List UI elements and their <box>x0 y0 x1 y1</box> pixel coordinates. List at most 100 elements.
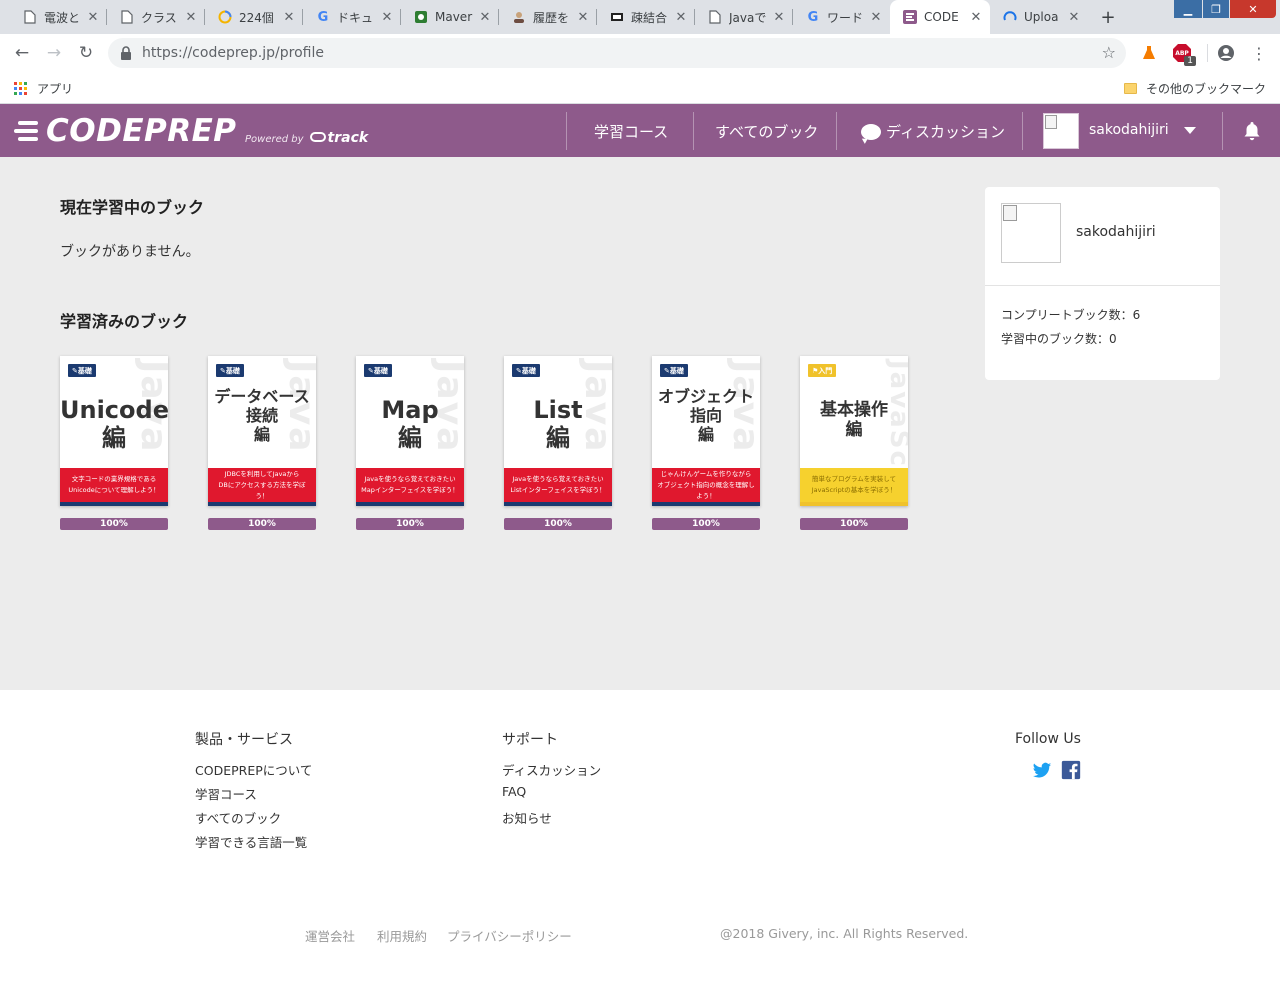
tab-close-icon[interactable]: ✕ <box>575 10 591 25</box>
bookmark-other-folder[interactable]: その他のブックマーク <box>1124 80 1266 97</box>
nav-discussion[interactable]: ディスカッション <box>861 121 1005 142</box>
minimize-icon: ▁ <box>1183 2 1193 16</box>
book-description: じゃんけんゲームを作りながら オブジェクト指向の概念を理解しよう！ <box>652 468 760 502</box>
url-text: https://codeprep.jp/profile <box>142 45 324 61</box>
maximize-icon: ❐ <box>1211 2 1221 16</box>
window-maximize-button[interactable]: ❐ <box>1203 0 1229 18</box>
no-books-message: ブックがありません。 <box>60 244 200 260</box>
book-title: 基本操作 編 <box>820 400 888 441</box>
book-card[interactable]: Java ✎ 基礎 データベース 接続 編 JDBCを利用してJavaから DB… <box>208 356 316 530</box>
facebook-icon[interactable] <box>1061 760 1081 780</box>
book-level-badge: ✎ 基礎 <box>68 364 96 377</box>
tab-close-icon[interactable]: ✕ <box>968 10 984 25</box>
browser-tab[interactable]: G ドキュ ✕ <box>303 0 401 34</box>
tab-close-icon[interactable]: ✕ <box>379 10 395 25</box>
address-bar[interactable]: https://codeprep.jp/profile ☆ <box>108 38 1126 68</box>
browser-tab-active[interactable]: CODE ✕ <box>890 0 990 34</box>
footer-link-terms[interactable]: 利用規約 <box>377 926 427 945</box>
footer-copyright: @2018 Givery, inc. All Rights Reserved. <box>720 926 969 941</box>
book-progress: 100% <box>60 518 168 530</box>
browser-tab-strip: 電波と ✕ クラス ✕ 224個 ✕ G ドキュ ✕ Maver ✕ 履歴を ✕… <box>0 0 1280 34</box>
footer-link-courses[interactable]: 学習コース <box>195 784 257 803</box>
profile-account-icon[interactable] <box>1216 43 1236 63</box>
reload-button[interactable]: ↻ <box>73 40 99 66</box>
footer-link-news[interactable]: お知らせ <box>502 808 552 827</box>
browser-tab[interactable]: Maver ✕ <box>401 0 499 34</box>
tab-close-icon[interactable]: ✕ <box>673 10 689 25</box>
book-card[interactable]: Java ✎ 基礎 List 編 Javaを使うなら覚えておきたい Listイン… <box>504 356 612 530</box>
tab-close-icon[interactable]: ✕ <box>868 10 884 25</box>
book-level-label: 基礎 <box>521 366 536 375</box>
browser-tab[interactable]: Uploa ✕ <box>990 0 1088 34</box>
abp-extension-icon[interactable]: ABP 1 <box>1172 43 1196 66</box>
bookmarks-bar: アプリ その他のブックマーク <box>0 72 1280 104</box>
flask-extension-icon[interactable] <box>1139 43 1159 63</box>
browser-tab[interactable]: 履歴を ✕ <box>499 0 597 34</box>
book-description: JDBCを利用してJavaから DBにアクセスする方法を学ぼう！ <box>208 468 316 502</box>
footer-link-languages[interactable]: 学習できる言語一覧 <box>195 832 307 851</box>
book-cover: JavaScript ⚑ 入門 基本操作 編 簡単なプログラムを実装して Jav… <box>800 356 908 506</box>
book-description: 簡単なプログラムを実装して JavaScriptの基本を学ぼう！ <box>800 468 908 502</box>
tab-close-icon[interactable]: ✕ <box>281 10 297 25</box>
footer-link-all-books[interactable]: すべてのブック <box>195 808 281 827</box>
toolbar-divider <box>1207 44 1208 62</box>
person-icon <box>511 9 527 25</box>
tab-close-icon[interactable]: ✕ <box>183 10 199 25</box>
arrow-right-icon: → <box>46 43 62 63</box>
apps-grid-icon <box>14 82 27 95</box>
twitter-icon[interactable] <box>1032 760 1052 780</box>
book-card[interactable]: Java ✎ 基礎 Unicode 編 文字コードの業界規格である Unicod… <box>60 356 168 530</box>
header-username[interactable]: sakodahijiri <box>1089 122 1169 138</box>
book-card[interactable]: JavaScript ⚑ 入門 基本操作 編 簡単なプログラムを実装して Jav… <box>800 356 908 530</box>
footer-support-title: サポート <box>502 732 558 748</box>
footer-link-faq[interactable]: FAQ <box>502 784 526 799</box>
book-cover: Java ✎ 基礎 List 編 Javaを使うなら覚えておきたい Listイン… <box>504 356 612 506</box>
book-card[interactable]: Java ✎ 基礎 オブジェクト 指向 編 じゃんけんゲームを作りながら オブジ… <box>652 356 760 530</box>
codeprep-logo[interactable]: CODEPREP <box>14 113 237 149</box>
tab-title: ドキュ <box>337 10 374 25</box>
window-minimize-button[interactable]: ▁ <box>1174 0 1202 18</box>
book-card[interactable]: Java ✎ 基礎 Map 編 Javaを使うなら覚えておきたい Mapインター… <box>356 356 464 530</box>
caret-down-icon[interactable] <box>1184 127 1196 134</box>
header-avatar[interactable] <box>1043 113 1079 149</box>
nav-courses[interactable]: 学習コース <box>594 121 668 142</box>
browser-tab[interactable]: Javaで ✕ <box>695 0 793 34</box>
book-description: Javaを使うなら覚えておきたい Listインターフェイスを学ぼう！ <box>504 468 612 502</box>
footer-link-about[interactable]: CODEPREPについて <box>195 760 312 779</box>
tab-close-icon[interactable]: ✕ <box>477 10 493 25</box>
browser-tab[interactable]: 224個 ✕ <box>205 0 303 34</box>
powered-by[interactable]: Powered by track <box>245 130 368 146</box>
book-level-label: 基礎 <box>669 366 684 375</box>
book-cover-footer <box>356 502 464 506</box>
book-cover-footer <box>504 502 612 506</box>
footer-link-privacy[interactable]: プライバシーポリシー <box>447 926 572 945</box>
url-base: https://codeprep.jp <box>142 45 276 61</box>
bell-icon[interactable] <box>1243 121 1261 141</box>
powered-by-label: Powered by <box>245 134 304 145</box>
footer-link-company[interactable]: 運営会社 <box>305 926 355 945</box>
browser-tab[interactable]: クラス ✕ <box>107 0 205 34</box>
nav-divider <box>693 112 694 150</box>
book-cover: Java ✎ 基礎 Map 編 Javaを使うなら覚えておきたい Mapインター… <box>356 356 464 506</box>
footer-link-discussion[interactable]: ディスカッション <box>502 760 601 779</box>
tab-title: Javaで <box>729 10 767 25</box>
book-cover-footer <box>652 502 760 506</box>
bookmark-star-icon[interactable]: ☆ <box>1102 43 1116 62</box>
menu-kebab-icon[interactable]: ⋮ <box>1249 43 1269 63</box>
browser-tab[interactable]: 疎結合 ✕ <box>597 0 695 34</box>
browser-tab[interactable]: G ワード ✕ <box>793 0 890 34</box>
bookmark-apps[interactable]: アプリ <box>14 80 73 97</box>
browser-tab[interactable]: 電波と ✕ <box>10 0 107 34</box>
url-path: /profile <box>275 45 324 61</box>
tab-close-icon[interactable]: ✕ <box>771 10 787 25</box>
new-tab-button[interactable]: + <box>1096 5 1120 29</box>
forward-button[interactable]: → <box>41 40 67 66</box>
back-button[interactable]: ← <box>9 40 35 66</box>
book-title: データベース 接続 編 <box>214 387 310 444</box>
nav-discussion-label: ディスカッション <box>886 123 1005 141</box>
nav-all-books[interactable]: すべてのブック <box>715 121 818 142</box>
window-close-button[interactable]: ✕ <box>1230 0 1276 18</box>
tab-close-icon[interactable]: ✕ <box>85 10 101 25</box>
tab-title: 履歴を <box>533 10 570 25</box>
tab-close-icon[interactable]: ✕ <box>1066 10 1082 25</box>
